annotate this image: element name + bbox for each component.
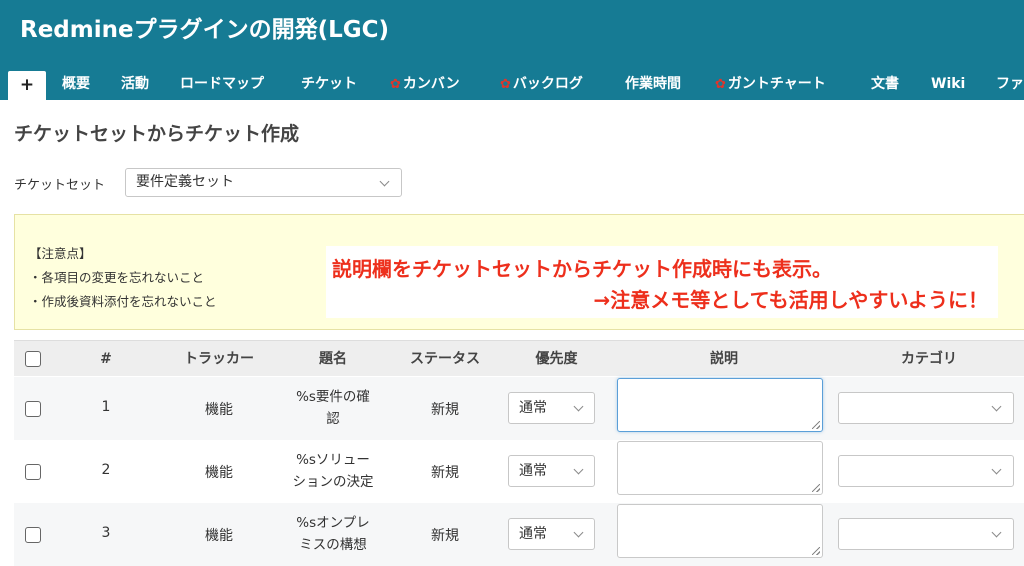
row-status: 新規 bbox=[431, 402, 459, 418]
row-subject: %sソリュー ションの決定 bbox=[272, 449, 394, 493]
row-status: 新規 bbox=[431, 465, 459, 481]
project-title: Redmineプラグインの開発(LGC) bbox=[20, 17, 390, 43]
description-textarea[interactable] bbox=[617, 441, 823, 495]
description-textarea[interactable] bbox=[617, 504, 823, 558]
ticket-set-value: 要件定義セット bbox=[136, 174, 234, 190]
redmica-icon: ✿ bbox=[390, 77, 401, 92]
col-description: 説明 bbox=[710, 351, 738, 367]
callout-line-2: →注意メモ等としても活用しやすいように！ bbox=[593, 288, 988, 312]
ticket-set-select[interactable]: 要件定義セット bbox=[125, 168, 402, 197]
notice-line: ・作成後資料添付を忘れないこと bbox=[29, 294, 217, 309]
table-row: 3 機能 %sオンプレ ミスの構想 新規 通常 bbox=[14, 503, 1024, 566]
description-textarea[interactable] bbox=[617, 378, 823, 432]
tab-overview[interactable]: 概要 bbox=[62, 70, 90, 98]
tab-roadmap[interactable]: ロードマップ bbox=[180, 70, 264, 98]
tab-backlog-label: バックログ bbox=[512, 76, 583, 92]
priority-value: 通常 bbox=[519, 526, 547, 542]
col-priority: 優先度 bbox=[535, 351, 578, 367]
resize-handle-icon[interactable] bbox=[812, 547, 820, 555]
col-tracker: トラッカー bbox=[184, 351, 254, 367]
priority-select[interactable]: 通常 bbox=[508, 392, 595, 424]
col-number: # bbox=[100, 351, 112, 367]
col-category: カテゴリ bbox=[901, 351, 957, 367]
tab-backlog[interactable]: ✿ バックログ bbox=[500, 70, 583, 98]
row-subject: %sオンプレ ミスの構想 bbox=[278, 512, 388, 556]
redmica-icon: ✿ bbox=[715, 77, 726, 92]
table-header: # トラッカー 題名 ステータス 優先度 説明 カテゴリ bbox=[14, 340, 1024, 376]
table-row: 2 機能 %sソリュー ションの決定 新規 通常 bbox=[14, 440, 1024, 503]
tab-wiki[interactable]: Wiki bbox=[931, 70, 965, 98]
row-subject-line: ミスの構想 bbox=[299, 537, 367, 553]
chevron-down-icon bbox=[379, 176, 390, 187]
row-number: 3 bbox=[101, 525, 111, 541]
category-select[interactable] bbox=[838, 518, 1014, 550]
select-all-checkbox[interactable] bbox=[25, 351, 41, 367]
ticket-set-label: チケットセット bbox=[14, 178, 106, 193]
col-status: ステータス bbox=[410, 351, 480, 367]
row-subject-line: %sオンプレ bbox=[296, 515, 370, 531]
resize-handle-icon[interactable] bbox=[812, 484, 820, 492]
tab-time-entries[interactable]: 作業時間 bbox=[625, 70, 681, 98]
priority-value: 通常 bbox=[519, 400, 547, 416]
page-title: チケットセットからチケット作成 bbox=[14, 123, 300, 145]
tab-activity[interactable]: 活動 bbox=[121, 70, 149, 98]
tab-kanban[interactable]: ✿ カンバン bbox=[390, 70, 460, 98]
notice-line: ・各項目の変更を忘れないこと bbox=[29, 270, 205, 285]
row-checkbox[interactable] bbox=[25, 401, 41, 417]
chevron-down-icon bbox=[573, 401, 584, 412]
row-status: 新規 bbox=[431, 528, 459, 544]
row-number: 1 bbox=[101, 399, 111, 415]
row-tracker: 機能 bbox=[205, 402, 233, 418]
redmica-icon: ✿ bbox=[500, 77, 511, 92]
row-subject-line: 認 bbox=[326, 411, 340, 427]
tab-files[interactable]: ファ bbox=[996, 70, 1024, 98]
issue-table: # トラッカー 題名 ステータス 優先度 説明 カテゴリ 1 機能 %s要件の確… bbox=[14, 340, 1024, 566]
chevron-down-icon bbox=[573, 527, 584, 538]
annotation-callout: 説明欄をチケットセットからチケット作成時にも表示。 →注意メモ等としても活用しや… bbox=[326, 246, 998, 318]
col-subject: 題名 bbox=[319, 351, 347, 367]
tab-gantt-label: ガントチャート bbox=[727, 76, 826, 92]
tab-documents[interactable]: 文書 bbox=[871, 70, 899, 98]
tab-gantt[interactable]: ✿ ガントチャート bbox=[715, 70, 826, 98]
main-menu: 概要 活動 ロードマップ チケット ✿ カンバン ✿ バックログ 作業時間 ✿ ガント… bbox=[0, 70, 1024, 100]
callout-line-1: 説明欄をチケットセットからチケット作成時にも表示。 bbox=[332, 257, 832, 281]
row-subject-line: %s要件の確 bbox=[296, 389, 370, 405]
priority-value: 通常 bbox=[519, 463, 547, 479]
priority-select[interactable]: 通常 bbox=[508, 518, 595, 550]
row-checkbox[interactable] bbox=[25, 527, 41, 543]
chevron-down-icon bbox=[991, 464, 1002, 475]
row-tracker: 機能 bbox=[205, 528, 233, 544]
table-row: 1 機能 %s要件の確 認 新規 通常 bbox=[14, 377, 1024, 440]
category-select[interactable] bbox=[838, 455, 1014, 487]
category-select[interactable] bbox=[838, 392, 1014, 424]
row-number: 2 bbox=[101, 462, 111, 478]
chevron-down-icon bbox=[991, 527, 1002, 538]
row-subject-line: %sソリュー bbox=[296, 452, 370, 468]
resize-handle-icon[interactable] bbox=[812, 421, 820, 429]
tab-kanban-label: カンバン bbox=[402, 76, 460, 92]
row-subject-line: ションの決定 bbox=[292, 474, 374, 490]
notice-heading: 【注意点】 bbox=[29, 246, 92, 261]
row-tracker: 機能 bbox=[205, 465, 233, 481]
row-subject: %s要件の確 認 bbox=[278, 386, 388, 430]
chevron-down-icon bbox=[573, 464, 584, 475]
row-checkbox[interactable] bbox=[25, 464, 41, 480]
priority-select[interactable]: 通常 bbox=[508, 455, 595, 487]
tab-issues[interactable]: チケット bbox=[301, 70, 357, 98]
chevron-down-icon bbox=[991, 401, 1002, 412]
